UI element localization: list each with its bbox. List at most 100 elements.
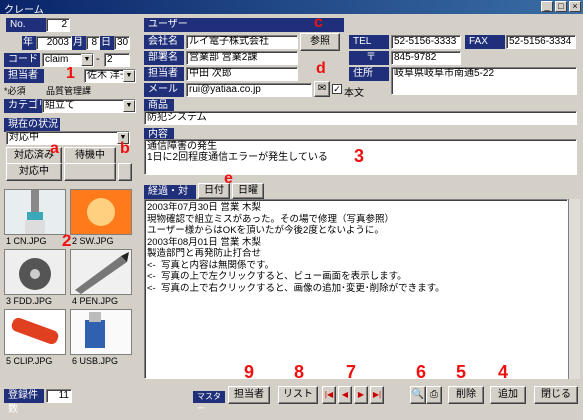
person-field[interactable]: 中田 次郎 xyxy=(186,67,298,81)
pen-photo-icon xyxy=(71,250,131,294)
close-button[interactable]: 閉じる xyxy=(534,386,578,404)
code-number-field[interactable]: 2 xyxy=(104,53,130,67)
photo-2[interactable] xyxy=(70,189,132,235)
required-note: *必須 xyxy=(4,86,26,96)
close-icon[interactable]: × xyxy=(569,1,581,12)
usb-photo-icon xyxy=(71,310,131,354)
mail-field[interactable]: rui@yatiaa.co.jp xyxy=(186,83,312,97)
fax-field[interactable]: 52-5156-3334 xyxy=(506,35,576,49)
window-title: クレーム xyxy=(4,5,44,16)
date-year-field[interactable]: 2003 xyxy=(36,36,72,50)
annotation-b: b xyxy=(120,140,130,157)
address-label: 住所 xyxy=(349,67,389,81)
category-select-value: 組立て xyxy=(45,100,75,111)
add-button[interactable]: 追加 xyxy=(490,386,526,404)
progress-line: 製造部門と再発防止打合せ xyxy=(147,248,262,259)
photo-1[interactable] xyxy=(4,189,66,235)
tel-field[interactable]: 52-5156-3333 xyxy=(391,35,461,49)
status-select[interactable]: 対応中 ▼ xyxy=(6,131,130,145)
progress-line: ユーザー様からはOKを頂いたが今後2度とないように。 xyxy=(147,225,384,236)
prev-record-icon[interactable]: ◀ xyxy=(338,386,352,404)
maximize-icon[interactable]: □ xyxy=(555,1,567,12)
reference-button[interactable]: 参照 xyxy=(300,33,340,51)
photo-4[interactable] xyxy=(70,249,132,295)
person-label: 担当者 xyxy=(144,67,184,81)
annotation-3: 3 xyxy=(354,146,365,166)
preview-icon[interactable]: 🔍 xyxy=(410,386,426,404)
title-bar: クレーム _ □ × xyxy=(0,0,583,16)
photo-3-caption: 3 FDD.JPG xyxy=(6,296,53,306)
minimize-icon[interactable]: _ xyxy=(541,1,553,12)
disk-photo-icon xyxy=(5,250,65,294)
annotation-d: d xyxy=(316,60,326,77)
status-label: 現在の状況 xyxy=(4,118,60,132)
fax-label: FAX xyxy=(465,35,505,49)
dept-text: 品質管理課 xyxy=(46,86,92,96)
year-label: 年 xyxy=(22,36,36,50)
code-select-value: claim xyxy=(45,54,69,65)
category-select[interactable]: 組立て ▼ xyxy=(42,99,136,113)
weekday-stamp-button[interactable]: 日曜 xyxy=(232,183,264,199)
chevron-down-icon[interactable]: ▼ xyxy=(123,100,135,112)
honbun-label: 本文 xyxy=(344,88,364,99)
chevron-down-icon[interactable]: ▼ xyxy=(81,54,93,66)
date-day-field[interactable]: 30 xyxy=(114,36,130,50)
code-separator: - xyxy=(96,53,100,65)
annotation-9: 9 xyxy=(244,362,255,382)
progress-line: <- 写真の上で右クリックすると、画像の追加･変更･削除ができます。 xyxy=(147,282,445,294)
cable-photo-icon xyxy=(5,190,65,234)
status-active-button[interactable]: 対応中 xyxy=(6,163,62,181)
first-record-icon[interactable]: |◀ xyxy=(322,386,336,404)
next-record-icon[interactable]: ▶ xyxy=(354,386,368,404)
zip-label: 〒 xyxy=(349,51,389,65)
print-icon[interactable]: ⎙ xyxy=(426,386,442,404)
annotation-1: 1 xyxy=(66,65,75,82)
annotation-c: c xyxy=(314,14,323,31)
annotation-a: a xyxy=(50,140,59,157)
no-field[interactable]: 2 xyxy=(46,18,70,32)
progress-line: 現物確認で組立ミスがあった。その場で修理（写真参照） xyxy=(147,213,395,225)
company-label: 会社名 xyxy=(144,35,184,49)
product-field[interactable]: 防犯システム xyxy=(144,111,577,125)
photo-5-caption: 5 CLIP.JPG xyxy=(6,356,53,366)
mail-label: メール xyxy=(144,83,184,97)
status-select-value: 対応中 xyxy=(9,132,39,143)
progress-label: 経過・対策 xyxy=(144,185,196,211)
count-label: 登録件数 xyxy=(4,389,44,415)
progress-scrollbar[interactable] xyxy=(568,199,580,379)
photo-3[interactable] xyxy=(4,249,66,295)
status-extra-button[interactable] xyxy=(118,163,132,181)
department-field[interactable]: 営業部 営業2課 xyxy=(186,51,298,65)
photo-1-caption: 1 CN.JPG xyxy=(6,236,47,246)
progress-line: <- 写真の上で左クリックすると、ビュー画面を表示します。 xyxy=(147,271,407,282)
department-label: 部署名 xyxy=(144,51,184,65)
light-photo-icon xyxy=(71,190,131,234)
date-month-field[interactable]: 8 xyxy=(86,36,100,50)
address-field[interactable]: 岐阜県岐阜市南通5-22 xyxy=(391,67,577,95)
honbun-checkbox[interactable]: ✓ xyxy=(332,84,342,94)
annotation-e: e xyxy=(224,170,233,187)
photo-6[interactable] xyxy=(70,309,132,355)
annotation-8: 8 xyxy=(294,362,305,382)
chevron-down-icon[interactable]: ▼ xyxy=(123,70,135,82)
progress-field[interactable]: 2003年07月30日 営業 木梨 現物確認で組立ミスがあった。その場で修理（写… xyxy=(144,199,568,379)
tanto-select[interactable]: 佐木 洋子 ▼ xyxy=(84,69,136,83)
last-record-icon[interactable]: ▶| xyxy=(370,386,384,404)
zip-field[interactable]: 845-9782 xyxy=(391,51,461,65)
month-label: 月 xyxy=(72,36,86,50)
day-label: 日 xyxy=(100,36,114,50)
list-button[interactable]: リスト xyxy=(278,386,318,404)
annotation-7: 7 xyxy=(346,362,357,382)
delete-button[interactable]: 削除 xyxy=(448,386,484,404)
annotation-5: 5 xyxy=(456,362,467,382)
progress-line: 2003年08月01日 営業 木梨 xyxy=(147,236,262,248)
master-label: マスター xyxy=(193,391,225,413)
mail-send-icon[interactable]: ✉ xyxy=(314,81,330,97)
photo-4-caption: 4 PEN.JPG xyxy=(72,296,119,306)
photo-5[interactable] xyxy=(4,309,66,355)
tanto-master-button[interactable]: 担当者 xyxy=(228,386,270,404)
status-blank-button[interactable] xyxy=(64,163,116,181)
photo-2-caption: 2 SW.JPG xyxy=(72,236,114,246)
count-field: 11 xyxy=(46,389,72,403)
company-field[interactable]: ルイ電子株式会社 xyxy=(186,35,298,49)
